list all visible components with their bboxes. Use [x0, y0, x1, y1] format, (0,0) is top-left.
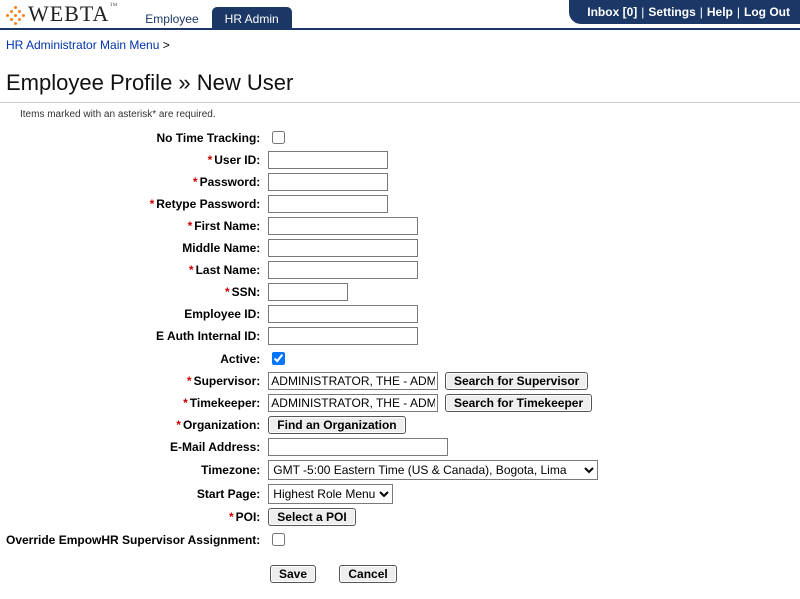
email-input[interactable]: [268, 438, 448, 456]
label-last-name: Last Name:: [196, 263, 261, 277]
ssn-input[interactable]: [268, 283, 348, 301]
override-checkbox[interactable]: [272, 533, 285, 546]
label-supervisor: Supervisor:: [194, 374, 261, 388]
e-auth-id-input[interactable]: [268, 327, 418, 345]
logo-dots-icon: [6, 4, 26, 24]
settings-link[interactable]: Settings: [648, 5, 695, 19]
timezone-select[interactable]: GMT -5:00 Eastern Time (US & Canada), Bo…: [268, 460, 598, 480]
save-button[interactable]: Save: [270, 565, 316, 583]
breadcrumb: HR Administrator Main Menu >: [0, 30, 800, 56]
search-timekeeper-button[interactable]: Search for Timekeeper: [445, 394, 592, 412]
search-supervisor-button[interactable]: Search for Supervisor: [445, 372, 588, 390]
tab-hr-admin[interactable]: HR Admin: [212, 7, 292, 29]
label-organization: Organization:: [183, 418, 260, 432]
form-table: No Time Tracking: *User ID: *Password: *…: [2, 126, 602, 551]
label-start-page: Start Page:: [2, 482, 264, 506]
label-employee-id: Employee ID:: [2, 303, 264, 325]
tabs: Employee HR Admin: [132, 0, 291, 28]
user-id-input[interactable]: [268, 151, 388, 169]
label-override: Override EmpowHR Supervisor Assignment:: [2, 528, 264, 551]
retype-password-input[interactable]: [268, 195, 388, 213]
logout-link[interactable]: Log Out: [744, 5, 790, 19]
start-page-select[interactable]: Highest Role Menu: [268, 484, 393, 504]
middle-name-input[interactable]: [268, 239, 418, 257]
label-email: E-Mail Address:: [2, 436, 264, 458]
select-poi-button[interactable]: Select a POI: [268, 508, 355, 526]
inbox-link[interactable]: Inbox [0]: [587, 5, 637, 19]
first-name-input[interactable]: [268, 217, 418, 235]
last-name-input[interactable]: [268, 261, 418, 279]
label-password: Password:: [200, 175, 261, 189]
label-retype-password: Retype Password:: [156, 197, 260, 211]
timekeeper-input[interactable]: [268, 394, 438, 412]
supervisor-input[interactable]: [268, 372, 438, 390]
password-input[interactable]: [268, 173, 388, 191]
label-poi: POI:: [236, 510, 261, 524]
label-no-time-tracking: No Time Tracking:: [2, 126, 264, 149]
top-bar: WEBTA™ Employee HR Admin Inbox [0] | Set…: [0, 0, 800, 30]
label-active: Active:: [2, 347, 264, 370]
tab-employee[interactable]: Employee: [132, 7, 211, 29]
help-link[interactable]: Help: [707, 5, 733, 19]
top-right-nav: Inbox [0] | Settings | Help | Log Out: [569, 0, 800, 24]
label-timezone: Timezone:: [2, 458, 264, 482]
page-title: Employee Profile » New User: [0, 56, 800, 103]
label-middle-name: Middle Name:: [2, 237, 264, 259]
breadcrumb-link[interactable]: HR Administrator Main Menu: [6, 38, 159, 52]
required-note: Items marked with an asterisk* are requi…: [0, 105, 800, 126]
cancel-button[interactable]: Cancel: [339, 565, 396, 583]
actions: Save Cancel: [0, 551, 800, 597]
label-first-name: First Name:: [194, 219, 260, 233]
employee-id-input[interactable]: [268, 305, 418, 323]
label-timekeeper: Timekeeper:: [190, 396, 260, 410]
breadcrumb-sep: >: [159, 38, 169, 52]
no-time-tracking-checkbox[interactable]: [272, 131, 285, 144]
logo: WEBTA™: [0, 1, 118, 27]
find-organization-button[interactable]: Find an Organization: [268, 416, 405, 434]
label-e-auth-id: E Auth Internal ID:: [2, 325, 264, 347]
logo-text: WEBTA™: [28, 1, 118, 27]
label-ssn: SSN:: [232, 285, 261, 299]
active-checkbox[interactable]: [272, 352, 285, 365]
label-user-id: User ID:: [214, 153, 260, 167]
